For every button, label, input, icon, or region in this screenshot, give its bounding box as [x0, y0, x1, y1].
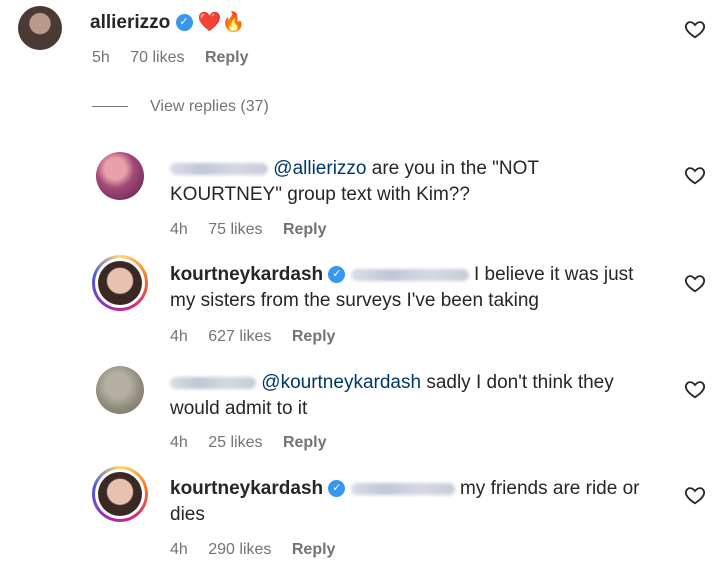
reply-text: are you in the "NOT	[366, 158, 540, 179]
comment-username[interactable]: allierizzo	[90, 12, 170, 33]
blurred-username	[170, 162, 268, 175]
like-heart-icon[interactable]	[684, 164, 706, 186]
avatar[interactable]	[96, 152, 144, 200]
comment-likes[interactable]: 70 likes	[130, 49, 184, 66]
reply-time: 4h	[170, 541, 188, 558]
reply-text: sadly I don't think they	[421, 372, 614, 393]
story-ring-avatar[interactable]	[92, 255, 148, 311]
reply-text: would admit to it	[170, 398, 308, 419]
reply-time: 4h	[170, 328, 188, 345]
like-heart-icon[interactable]	[684, 484, 706, 506]
view-replies-button[interactable]: View replies (37)	[92, 98, 269, 116]
reply-button[interactable]: Reply	[283, 221, 327, 238]
blurred-mention	[350, 482, 455, 495]
blurred-mention	[350, 268, 469, 281]
reply-text: my sisters from the surveys I've been ta…	[170, 290, 539, 311]
reply-text: my friends are ride or	[454, 478, 640, 499]
reply-text: I believe it was just	[468, 264, 634, 285]
verified-icon: ✓	[175, 14, 193, 32]
comment-emoji: ❤️🔥	[197, 12, 246, 33]
blurred-username	[170, 376, 256, 389]
reply-text: KOURTNEY" group text with Kim??	[170, 184, 470, 205]
reply-button[interactable]: Reply	[205, 49, 249, 66]
reply-button[interactable]: Reply	[292, 328, 336, 345]
verified-icon: ✓	[328, 266, 346, 284]
reply-button[interactable]: Reply	[292, 541, 336, 558]
mention-link[interactable]: @allierizzo	[273, 158, 366, 179]
reply-username[interactable]: kourtneykardash	[170, 264, 323, 285]
story-ring-avatar[interactable]	[92, 466, 148, 522]
reply-likes[interactable]: 290 likes	[208, 541, 271, 558]
mention-link[interactable]: @kourtneykardash	[261, 372, 421, 393]
reply-likes[interactable]: 75 likes	[208, 221, 262, 238]
reply-text: dies	[170, 504, 205, 525]
reply-button[interactable]: Reply	[283, 434, 327, 451]
avatar[interactable]	[18, 6, 62, 50]
reply-username[interactable]: kourtneykardash	[170, 478, 323, 499]
divider-line	[92, 106, 128, 108]
verified-icon: ✓	[328, 480, 346, 498]
reply-likes[interactable]: 25 likes	[208, 434, 262, 451]
reply-time: 4h	[170, 434, 188, 451]
avatar[interactable]	[96, 366, 144, 414]
reply-likes[interactable]: 627 likes	[208, 328, 271, 345]
like-heart-icon[interactable]	[684, 378, 706, 400]
comment-time: 5h	[92, 49, 110, 66]
like-heart-icon[interactable]	[684, 18, 706, 40]
reply-time: 4h	[170, 221, 188, 238]
like-heart-icon[interactable]	[684, 272, 706, 294]
